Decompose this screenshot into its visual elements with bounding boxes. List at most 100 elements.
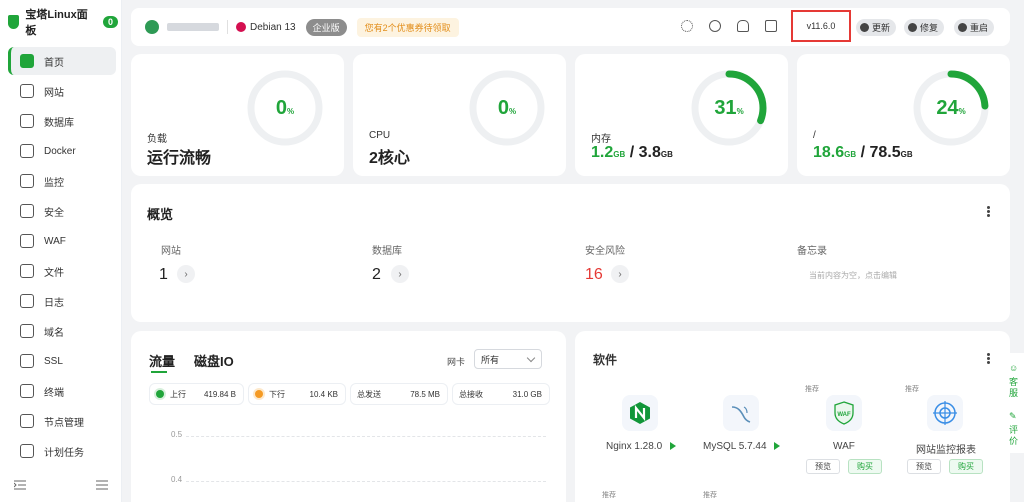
load-value: 运行流畅 [147, 150, 212, 167]
software-name[interactable]: 网站监控报表 [916, 441, 976, 456]
memory-card[interactable]: 31% 内存 1.2GB / 3.8GB [575, 54, 788, 176]
chevron-right-icon[interactable]: › [177, 265, 195, 283]
nic-label: 网卡 [447, 357, 466, 367]
divider [227, 20, 228, 34]
restart-button[interactable]: 重启 [954, 19, 995, 36]
docker-icon [20, 144, 34, 158]
wrench-icon [908, 23, 917, 32]
cpu-gauge: 0% [467, 68, 547, 148]
gridline [186, 436, 546, 437]
sidebar-item-logs[interactable]: 日志 [8, 287, 116, 315]
palette-icon[interactable] [709, 20, 721, 32]
update-button[interactable]: 更新 [856, 19, 897, 36]
coupon-promo[interactable]: 您有2个优惠券待领取 [356, 17, 459, 37]
overview-website-count[interactable]: 1 [159, 266, 168, 284]
more-icon[interactable] [987, 206, 990, 209]
buy-button[interactable]: 购买 [848, 459, 882, 474]
memo-placeholder[interactable]: 当前内容为空，点击编辑 [809, 270, 897, 281]
svg-text:WAF: WAF [837, 412, 851, 418]
sidebar-item-docker[interactable]: Docker [8, 137, 116, 165]
memory-total: 3.8 [638, 144, 661, 161]
terminal-icon [20, 384, 34, 398]
sidebar-item-label: 首页 [44, 57, 64, 69]
sidebar-item-ssl[interactable]: SSL [8, 347, 116, 375]
repair-button[interactable]: 修复 [904, 19, 945, 36]
sidebar-footer [0, 478, 122, 494]
disk-value: 18.6GB / 78.5GB [813, 144, 913, 162]
sidebar-item-nodes[interactable]: 节点管理 [8, 407, 116, 435]
load-gauge: 0% [245, 68, 325, 148]
version-label[interactable]: v11.6.0 [791, 10, 851, 42]
nginx-icon[interactable] [622, 395, 658, 431]
software-name[interactable]: WAF [833, 441, 855, 452]
upload-metric: 上行 419.84 B [149, 383, 244, 405]
brand-name: 宝塔Linux面板 [25, 9, 88, 37]
sidebar-item-security[interactable]: 安全 [8, 197, 116, 225]
sidebar-item-cron[interactable]: 计划任务 [8, 437, 116, 465]
avatar[interactable] [145, 20, 159, 34]
total-received-value: 31.0 GB [512, 389, 542, 399]
waf-product-icon[interactable]: WAF [826, 395, 862, 431]
nic-select[interactable]: 所有 [474, 349, 542, 369]
sidebar-item-terminal[interactable]: 终端 [8, 377, 116, 405]
sidebar-item-database[interactable]: 数据库 [8, 107, 116, 135]
overview-website-label: 网站 [161, 246, 181, 257]
download-dot [255, 390, 263, 398]
memory-label: 内存 [591, 134, 611, 145]
buy-button[interactable]: 购买 [949, 459, 983, 474]
home-icon [20, 54, 34, 68]
chevron-right-icon[interactable]: › [391, 265, 409, 283]
sidebar-item-monitor[interactable]: 监控 [8, 167, 116, 195]
logo-icon [8, 15, 20, 29]
site-monitor-icon[interactable] [927, 395, 963, 431]
cpu-card[interactable]: 0% CPU 2核心 [353, 54, 566, 176]
floating-service-tab[interactable]: ☺ 客服 ✎ 评价 [1004, 353, 1024, 453]
separator: / [860, 144, 866, 161]
sidebar-item-label: 网站 [44, 87, 64, 99]
service-label[interactable]: 客服 [1009, 377, 1019, 399]
brand[interactable]: 宝塔Linux面板 0 [8, 9, 118, 37]
sidebar-item-files[interactable]: 文件 [8, 257, 116, 285]
preview-button[interactable]: 预览 [907, 459, 941, 474]
sidebar-item-label: 计划任务 [44, 447, 84, 459]
chevron-right-icon[interactable]: › [611, 265, 629, 283]
collapse-icon[interactable] [14, 480, 26, 490]
overview-risk-count[interactable]: 16 [585, 266, 603, 284]
more-icon[interactable] [987, 353, 990, 356]
theme-sun-icon[interactable] [681, 20, 693, 32]
sidebar-item-waf[interactable]: WAF [8, 227, 116, 255]
menu-icon[interactable] [96, 480, 108, 490]
note-icon[interactable] [765, 20, 777, 32]
preview-button[interactable]: 预览 [806, 459, 840, 474]
memory-used: 1.2 [591, 144, 614, 161]
update-icon [860, 23, 869, 32]
hostname-redacted [167, 23, 219, 31]
percent-unit: % [287, 106, 295, 116]
cpu-value: 2核心 [369, 150, 410, 167]
play-icon[interactable] [670, 442, 676, 450]
disk-card[interactable]: 24% / 18.6GB / 78.5GB [797, 54, 1010, 176]
total-received-metric: 总接收 31.0 GB [452, 383, 550, 405]
overview-database-count[interactable]: 2 [372, 266, 381, 284]
brand-badge: 0 [102, 16, 118, 28]
software-title: 软件 [593, 353, 618, 367]
mysql-icon[interactable] [723, 395, 759, 431]
tab-disk-io[interactable]: 磁盘IO [194, 351, 234, 370]
play-icon[interactable] [774, 442, 780, 450]
memory-value: 1.2GB / 3.8GB [591, 144, 673, 162]
sidebar-item-website[interactable]: 网站 [8, 77, 116, 105]
review-label[interactable]: 评价 [1009, 425, 1019, 447]
software-name[interactable]: MySQL 5.7.44 [703, 441, 767, 452]
sidebar-item-domain[interactable]: 域名 [8, 317, 116, 345]
total-sent-metric: 总发送 78.5 MB [350, 383, 448, 405]
memory-gauge: 31% [689, 68, 769, 148]
enterprise-badge[interactable]: 企业版 [305, 18, 347, 36]
debian-icon [236, 22, 246, 32]
sidebar-item-home[interactable]: 首页 [8, 47, 116, 75]
ssl-icon [20, 354, 34, 368]
load-card[interactable]: 0% 负载 运行流畅 [131, 54, 344, 176]
upload-dot [156, 390, 164, 398]
bell-icon[interactable] [737, 20, 749, 32]
software-name[interactable]: Nginx 1.28.0 [606, 441, 662, 452]
tab-traffic[interactable]: 流量 [149, 351, 175, 370]
